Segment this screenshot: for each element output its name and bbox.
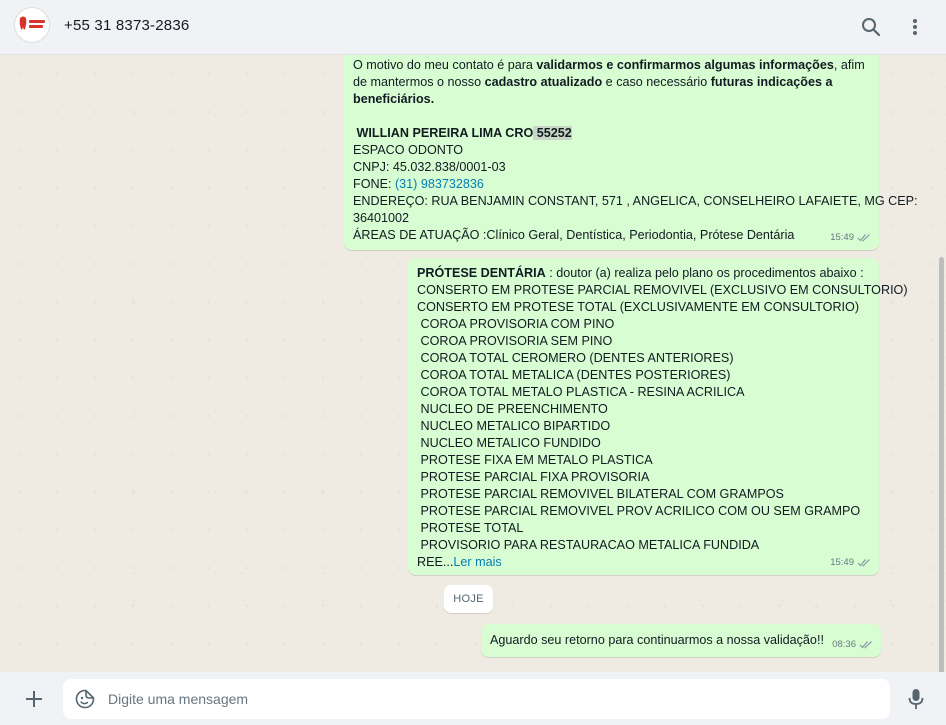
message-time: 15:49 <box>830 557 854 568</box>
message-text: Aguardo seu retorno para continuarmos a … <box>490 633 824 647</box>
procedure-line: COROA PROVISORIA SEM PINO <box>417 334 613 348</box>
plus-icon[interactable] <box>21 686 47 712</box>
chat-header: +55 31 8373-2836 <box>0 0 946 55</box>
areas-line: ÁREAS DE ATUAÇÃO :Clínico Geral, Dentíst… <box>353 228 795 242</box>
procedure-line: PROTESE PARCIAL FIXA PROVISORIA <box>417 470 650 484</box>
procedure-line: PROTESE TOTAL <box>417 521 524 535</box>
message-bubble-outgoing[interactable]: O motivo do meu contato é para validarmo… <box>344 55 918 250</box>
procedure-line: NUCLEO DE PREENCHIMENTO <box>417 402 608 416</box>
procedure-line: CONSERTO EM PROTESE TOTAL (EXCLUSIVAMENT… <box>417 300 860 314</box>
message-time: 15:49 <box>830 232 854 243</box>
conversation-panel[interactable]: O motivo do meu contato é para validarmo… <box>0 55 946 672</box>
procedure-line: PROTESE PARCIAL REMOVIVEL PROV ACRILICO … <box>417 504 861 518</box>
phone-link[interactable]: (31) 983732836 <box>395 177 484 191</box>
address-line-cep: 36401002 <box>353 211 410 225</box>
double-check-icon <box>859 641 872 649</box>
compose-bar <box>0 672 946 725</box>
procedure-line: COROA PROVISORIA COM PINO <box>417 317 615 331</box>
procedure-line: PROTESE FIXA EM METALO PLASTICA <box>417 453 653 467</box>
message-line: de mantermos o nosso cadastro atualizado… <box>353 75 833 89</box>
scrollbar-thumb[interactable] <box>939 257 944 672</box>
espaco-odonto-logo <box>19 16 45 30</box>
message-time: 08:36 <box>832 639 856 650</box>
microphone-icon[interactable] <box>903 685 929 713</box>
date-divider: HOJE <box>444 585 493 613</box>
search-icon[interactable] <box>858 14 884 40</box>
message-line: O motivo do meu contato é para validarmo… <box>353 58 865 72</box>
cnpj-line: CNPJ: 45.032.838/0001-03 <box>353 160 506 174</box>
message-line: beneficiários. <box>353 92 435 106</box>
message-meta: 15:49 <box>830 229 871 246</box>
message-input[interactable] <box>108 679 878 719</box>
contact-name[interactable]: +55 31 8373-2836 <box>64 17 189 34</box>
procedure-line: NUCLEO METALICO BIPARTIDO <box>417 419 611 433</box>
message-bubble-outgoing[interactable]: PRÓTESE DENTÁRIA : doutor (a) realiza pe… <box>408 258 908 575</box>
procedure-line: PROVISORIO PARA RESTAURACAO METALICA FUN… <box>417 538 760 552</box>
procedure-line: NUCLEO METALICO FUNDIDO <box>417 436 601 450</box>
double-check-icon <box>857 559 870 567</box>
procedure-line: COROA TOTAL METALO PLASTICA - RESINA ACR… <box>417 385 745 399</box>
truncated-line: REE...Ler mais <box>417 555 502 569</box>
procedure-line: COROA TOTAL METALICA (DENTES POSTERIORES… <box>417 368 731 382</box>
procedure-line: CONSERTO EM PROTESE PARCIAL REMOVIVEL (E… <box>417 283 908 297</box>
read-more-link[interactable]: Ler mais <box>453 555 501 569</box>
cro-number: 55252 <box>533 126 572 140</box>
procedure-line: PROTESE PARCIAL REMOVIVEL BILATERAL COM … <box>417 487 784 501</box>
message-bubble-outgoing[interactable]: Aguardo seu retorno para continuarmos a … <box>481 624 881 657</box>
clinic-name: ESPACO ODONTO <box>353 143 464 157</box>
contact-avatar[interactable] <box>14 7 50 43</box>
message-line: PRÓTESE DENTÁRIA : doutor (a) realiza pe… <box>417 266 864 280</box>
phone-line: FONE: (31) 983732836 <box>353 177 484 191</box>
kebab-menu-icon[interactable] <box>902 14 928 40</box>
address-line: ENDEREÇO: RUA BENJAMIN CONSTANT, 571 , A… <box>353 194 918 208</box>
procedure-line: COROA TOTAL CEROMERO (DENTES ANTERIORES) <box>417 351 734 365</box>
message-meta: 15:49 <box>830 554 871 571</box>
double-check-icon <box>857 234 870 242</box>
message-meta: 08:36 <box>832 636 873 653</box>
message-input-box <box>63 679 890 719</box>
sticker-icon[interactable] <box>74 688 96 710</box>
dentist-name-line: WILLIAN PEREIRA LIMA CRO 55252 <box>353 126 572 140</box>
